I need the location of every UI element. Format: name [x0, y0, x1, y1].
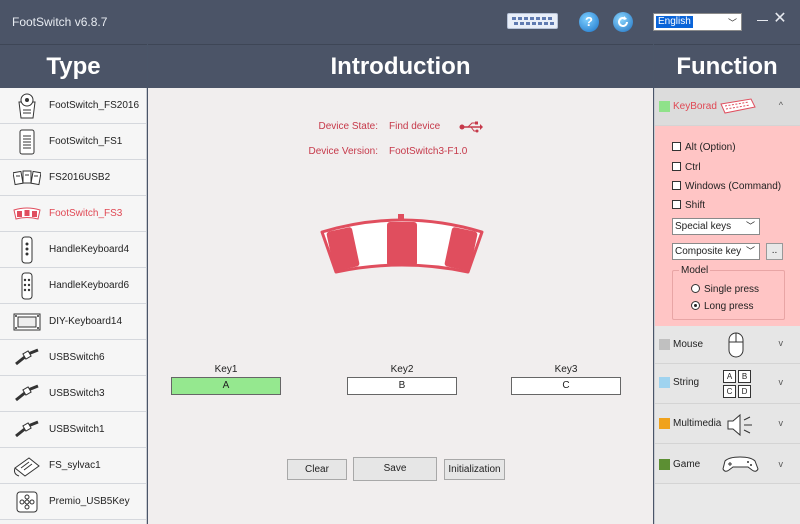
chevron-down-icon: v	[778, 459, 784, 469]
sylvac-pedal-icon	[13, 452, 41, 480]
multimedia-color-swatch	[659, 418, 670, 429]
usb-icon	[459, 121, 483, 136]
mouse-label: Mouse	[673, 339, 704, 350]
chevron-down-icon: v	[778, 338, 784, 348]
usb-cable-icon	[13, 380, 41, 408]
type-item-footswitch-fs3[interactable]: FootSwitch_FS3	[0, 196, 146, 232]
single-press-radio[interactable]: Single press	[691, 284, 759, 295]
game-color-swatch	[659, 459, 670, 470]
function-mouse-row[interactable]: Mouse v	[655, 326, 800, 364]
key2-group: Key2 B	[347, 364, 457, 395]
usb-cable-icon	[13, 344, 41, 372]
function-panel: KeyBorad ^ Alt (Option) Ctrl Windows (Co…	[654, 88, 800, 524]
windows-checkbox[interactable]: Windows (Command)	[672, 181, 781, 192]
composite-key-select[interactable]: Composite key ﹀	[672, 243, 760, 260]
key1-group: Key1 A	[171, 364, 281, 395]
single-pedal-icon	[13, 128, 41, 156]
mouse-color-swatch	[659, 339, 670, 350]
chevron-down-icon: v	[778, 418, 784, 428]
footswitch-fs3-illustration	[316, 206, 488, 287]
type-item-handlekeyboard6[interactable]: HandleKeyboard6	[0, 268, 146, 304]
app-title: FootSwitch v6.8.7	[12, 15, 108, 29]
chevron-down-icon: ﹀	[745, 221, 755, 231]
introduction-header: Introduction	[148, 44, 653, 88]
type-list: FootSwitch_FS2016 FootSwitch_FS1 FS2016U…	[0, 88, 147, 524]
handle-keyboard-icon	[13, 236, 41, 264]
keyboard-icon[interactable]	[507, 13, 558, 29]
composite-key-more-button[interactable]: ..	[766, 243, 783, 260]
type-item-fs-sylvac1[interactable]: FS_sylvac1	[0, 448, 146, 484]
close-button[interactable]: ✕	[773, 11, 787, 27]
chevron-up-icon: ^	[778, 100, 783, 110]
type-item-usbswitch1[interactable]: USBSwitch1	[0, 412, 146, 448]
key1-field[interactable]: A	[171, 377, 281, 395]
type-item-footswitch-fs1[interactable]: FootSwitch_FS1	[0, 124, 146, 160]
ctrl-checkbox[interactable]: Ctrl	[672, 162, 701, 173]
speaker-icon	[726, 412, 756, 441]
type-item-footswitch-fs2016[interactable]: FootSwitch_FS2016	[0, 88, 146, 124]
chevron-down-icon: ﹀	[745, 246, 755, 256]
function-string-row[interactable]: String A B C D v	[655, 364, 800, 404]
language-value: English	[656, 16, 693, 28]
string-color-swatch	[659, 377, 670, 388]
keyboard-icon	[719, 97, 757, 118]
function-header: Function	[654, 44, 800, 88]
chevron-down-icon: ﹀	[727, 18, 737, 28]
key1-label: Key1	[214, 364, 238, 375]
help-icon[interactable]: ?	[579, 12, 599, 32]
refresh-icon[interactable]	[613, 12, 633, 32]
multi-pedal-icon	[13, 164, 41, 192]
key2-label: Key2	[390, 364, 414, 375]
function-multimedia-row[interactable]: Multimedia v	[655, 404, 800, 444]
device-version-label: Device Version:	[308, 146, 378, 157]
handle-keyboard-icon	[13, 272, 41, 300]
triple-pedal-icon	[13, 200, 41, 228]
alt-checkbox[interactable]: Alt (Option)	[672, 142, 736, 153]
special-keys-select[interactable]: Special keys ﹀	[672, 218, 760, 235]
clear-button[interactable]: Clear	[287, 459, 347, 480]
keyboard-color-swatch	[659, 101, 670, 112]
gamepad-icon	[721, 455, 759, 476]
abcd-keys-icon: A B C D	[723, 370, 751, 398]
type-item-handlekeyboard4[interactable]: HandleKeyboard4	[0, 232, 146, 268]
device-state-value: Find device	[389, 121, 441, 132]
key2-field[interactable]: B	[347, 377, 457, 395]
string-label: String	[673, 377, 700, 388]
shift-checkbox[interactable]: Shift	[672, 200, 705, 211]
usb-cable-icon	[13, 416, 41, 444]
keyboard-label: KeyBorad	[673, 101, 717, 112]
device-version-value: FootSwitch3-F1.0	[389, 146, 468, 157]
initialization-button[interactable]: Initialization	[444, 459, 505, 480]
mouse-icon	[727, 331, 745, 362]
game-label: Game	[673, 459, 701, 470]
chevron-down-icon: v	[778, 377, 784, 387]
model-label: Model	[679, 265, 711, 276]
model-group: Model Single press Long press	[672, 265, 785, 320]
save-button[interactable]: Save	[353, 457, 437, 481]
title-bar: FootSwitch v6.8.7 ? English ﹀ ✕	[0, 0, 800, 44]
language-select[interactable]: English ﹀	[653, 13, 742, 31]
key3-field[interactable]: C	[511, 377, 621, 395]
type-header: Type	[0, 44, 147, 88]
function-panel-filler	[655, 484, 800, 524]
multimedia-label: Multimedia	[673, 418, 722, 429]
function-game-row[interactable]: Game v	[655, 444, 800, 484]
pedal-key2[interactable]	[387, 222, 417, 266]
introduction-panel: Device State: Find device Device Version…	[148, 88, 653, 524]
type-item-diy-keyboard14[interactable]: DIY-Keyboard14	[0, 304, 146, 340]
long-press-radio[interactable]: Long press	[691, 301, 753, 312]
key3-group: Key3 C	[511, 364, 621, 395]
type-item-usbswitch3[interactable]: USBSwitch3	[0, 376, 146, 412]
device-state-label: Device State:	[318, 121, 378, 132]
key3-label: Key3	[554, 364, 578, 375]
minimize-button[interactable]	[757, 12, 769, 28]
dial-pedal-icon	[13, 92, 41, 120]
type-item-fs2016usb2[interactable]: FS2016USB2	[0, 160, 146, 196]
function-keyboard-header[interactable]: KeyBorad ^	[655, 88, 800, 126]
five-key-icon	[13, 488, 41, 516]
diy-board-icon	[13, 308, 41, 336]
type-item-premio-usb5key[interactable]: Premio_USB5Key	[0, 484, 146, 520]
keyboard-settings-panel: Alt (Option) Ctrl Windows (Command) Shif…	[655, 126, 800, 326]
type-item-usbswitch6[interactable]: USBSwitch6	[0, 340, 146, 376]
